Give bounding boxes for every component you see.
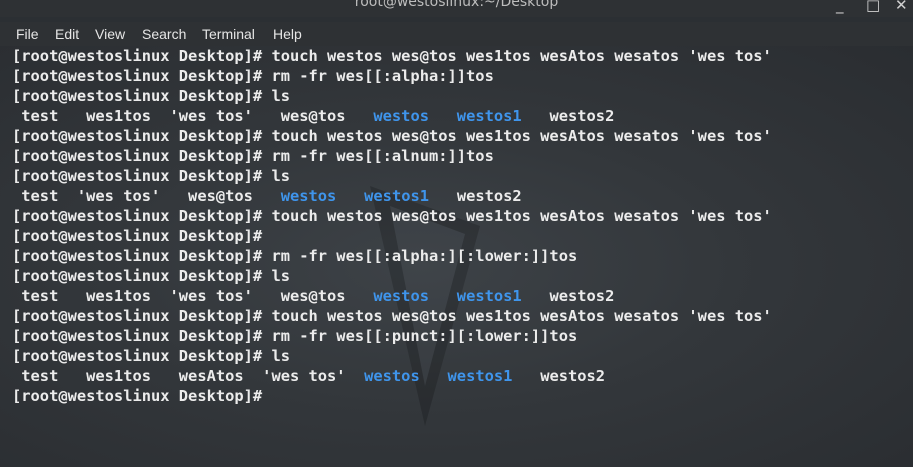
menu-help[interactable]: Help <box>273 26 302 42</box>
directory-entry: westos1 <box>364 187 430 205</box>
terminal-text: test wes1tos 'wes tos' wes@tos <box>12 107 374 125</box>
terminal-line: test wes1tos wesAtos 'wes tos' westos we… <box>12 366 772 386</box>
maximize-icon[interactable]: □ <box>866 0 880 14</box>
menu-file[interactable]: File <box>16 26 39 42</box>
terminal-text: westos2 <box>521 287 615 305</box>
terminal-output: [root@westoslinux Desktop]# touch westos… <box>12 46 772 406</box>
close-icon[interactable]: ✕ <box>895 0 908 14</box>
terminal-text: test wes1tos 'wes tos' wes@tos <box>12 287 374 305</box>
terminal-text: [root@westoslinux Desktop]# ls <box>12 347 290 365</box>
terminal-line: [root@westoslinux Desktop]# rm -fr wes[[… <box>12 146 772 166</box>
terminal-line: test 'wes tos' wes@tos westos westos1 we… <box>12 186 772 206</box>
terminal-text: [root@westoslinux Desktop]# rm -fr wes[[… <box>12 67 494 85</box>
window-titlebar: root@westoslinux:~/Desktop _ □ ✕ <box>0 0 913 17</box>
terminal-text: [root@westoslinux Desktop]# touch westos… <box>12 207 772 225</box>
terminal-text: [root@westoslinux Desktop]# rm -fr wes[[… <box>12 247 578 265</box>
terminal-text: [root@westoslinux Desktop]# ls <box>12 267 290 285</box>
directory-entry: westos <box>373 287 429 305</box>
menu-edit[interactable]: Edit <box>55 26 79 42</box>
terminal-line: test wes1tos 'wes tos' wes@tos westos we… <box>12 106 772 126</box>
directory-entry: westos1 <box>456 287 522 305</box>
menu-terminal[interactable]: Terminal <box>202 26 255 42</box>
terminal-text: [root@westoslinux Desktop]# <box>12 387 263 405</box>
terminal-line: [root@westoslinux Desktop]# ls <box>12 166 772 186</box>
menu-view[interactable]: View <box>95 26 125 42</box>
terminal-line: [root@westoslinux Desktop]# touch westos… <box>12 206 772 226</box>
terminal-text: [root@westoslinux Desktop]# ls <box>12 87 290 105</box>
terminal-area[interactable]: [root@westoslinux Desktop]# touch westos… <box>0 46 913 467</box>
terminal-text: [root@westoslinux Desktop]# touch westos… <box>12 47 772 65</box>
terminal-text: test wes1tos wesAtos 'wes tos' <box>12 367 365 385</box>
menubar: File Edit View Search Terminal Help <box>0 22 913 46</box>
terminal-line: [root@westoslinux Desktop]# <box>12 226 772 246</box>
terminal-line: [root@westoslinux Desktop]# rm -fr wes[[… <box>12 246 772 266</box>
menu-search[interactable]: Search <box>142 26 186 42</box>
terminal-line: test wes1tos 'wes tos' wes@tos westos we… <box>12 286 772 306</box>
terminal-text: [root@westoslinux Desktop]# touch westos… <box>12 307 772 325</box>
terminal-line: [root@westoslinux Desktop]# rm -fr wes[[… <box>12 66 772 86</box>
terminal-text: [root@westoslinux Desktop]# rm -fr wes[[… <box>12 147 494 165</box>
terminal-text: westos2 <box>429 187 522 205</box>
window-title: root@westoslinux:~/Desktop <box>354 0 559 10</box>
terminal-text: [root@westoslinux Desktop]# rm -fr wes[[… <box>12 327 578 345</box>
terminal-text: [root@westoslinux Desktop]# touch westos… <box>12 127 772 145</box>
terminal-line: [root@westoslinux Desktop]# ls <box>12 86 772 106</box>
directory-entry: westos <box>280 187 337 205</box>
terminal-text: westos2 <box>512 367 606 385</box>
directory-entry: westos <box>364 367 420 385</box>
terminal-line: [root@westoslinux Desktop]# ls <box>12 346 772 366</box>
terminal-line: [root@westoslinux Desktop]# touch westos… <box>12 126 772 146</box>
terminal-text: westos2 <box>521 107 615 125</box>
terminal-line: [root@westoslinux Desktop]# touch westos… <box>12 306 772 326</box>
terminal-line: [root@westoslinux Desktop]# ls <box>12 266 772 286</box>
terminal-line: [root@westoslinux Desktop]# touch westos… <box>12 46 772 66</box>
terminal-text: test 'wes tos' wes@tos <box>12 187 281 205</box>
terminal-text: [root@westoslinux Desktop]# <box>12 227 263 245</box>
minimize-icon[interactable]: _ <box>836 0 844 14</box>
directory-entry: westos <box>373 107 429 125</box>
directory-entry: westos1 <box>447 367 513 385</box>
directory-entry: westos1 <box>456 107 522 125</box>
terminal-line: [root@westoslinux Desktop]# rm -fr wes[[… <box>12 326 772 346</box>
terminal-text: [root@westoslinux Desktop]# ls <box>12 167 290 185</box>
terminal-line: [root@westoslinux Desktop]# <box>12 386 772 406</box>
